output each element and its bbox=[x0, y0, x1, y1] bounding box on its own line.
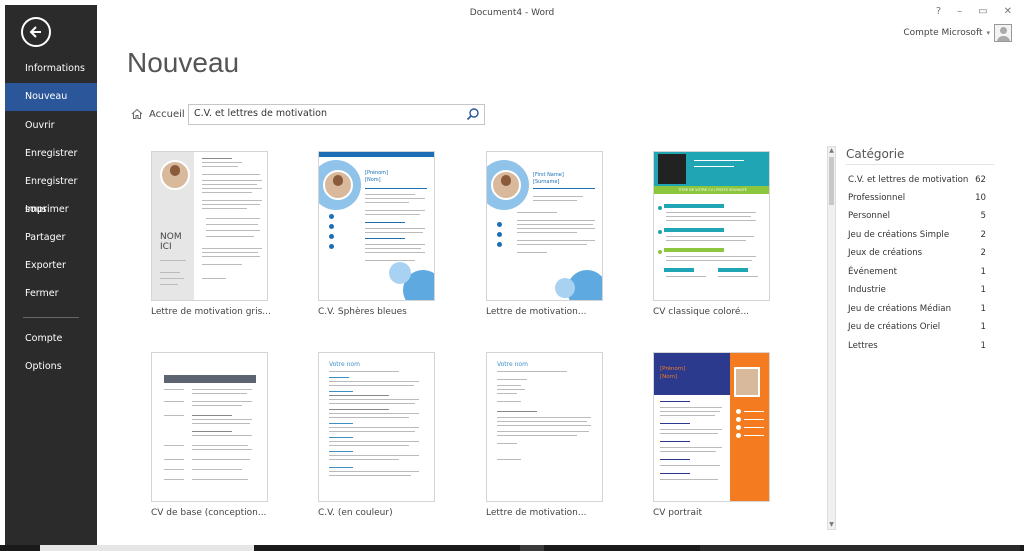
category-count: 1 bbox=[980, 322, 986, 332]
scroll-up-icon[interactable]: ▲ bbox=[828, 147, 835, 155]
category-item[interactable]: C.V. et lettres de motivation 62 bbox=[848, 175, 990, 193]
category-count: 10 bbox=[975, 193, 986, 203]
templates-scrollbar[interactable]: ▲ ▼ bbox=[827, 146, 836, 530]
template-name: CV portrait bbox=[653, 508, 702, 518]
close-button[interactable]: ✕ bbox=[1004, 6, 1012, 17]
category-item[interactable]: Jeu de créations Oriel 1 bbox=[848, 322, 990, 340]
sidebar-item-nouveau[interactable]: Nouveau bbox=[5, 83, 97, 111]
template-name: Lettre de motivation... bbox=[486, 508, 587, 518]
category-count: 2 bbox=[980, 248, 986, 258]
sidebar-item-options[interactable]: Options bbox=[5, 353, 97, 381]
category-item[interactable]: Jeux de créations 2 bbox=[848, 248, 990, 266]
backstage-sidebar: Informations Nouveau Ouvrir Enregistrer … bbox=[5, 5, 97, 545]
category-label: Industrie bbox=[848, 285, 886, 295]
template-name: C.V. (en couleur) bbox=[318, 508, 393, 518]
help-button[interactable]: ? bbox=[936, 6, 941, 17]
profile-photo bbox=[658, 154, 686, 184]
profile-photo bbox=[491, 170, 521, 200]
category-item[interactable]: Lettres 1 bbox=[848, 341, 990, 359]
sidebar-item-informations[interactable]: Informations bbox=[5, 55, 97, 83]
word-backstage: Informations Nouveau Ouvrir Enregistrer … bbox=[0, 0, 1024, 551]
template-name: Lettre de motivation gris... bbox=[151, 307, 271, 317]
scrollbar-thumb[interactable] bbox=[829, 157, 834, 205]
chevron-down-icon: ▾ bbox=[986, 29, 990, 37]
template-name: Lettre de motivation... bbox=[486, 307, 587, 317]
profile-photo bbox=[323, 170, 353, 200]
template-thumbnail: NOM ICI bbox=[151, 151, 268, 301]
account-label: Compte Microsoft bbox=[903, 28, 983, 38]
category-divider bbox=[846, 164, 994, 165]
category-count: 1 bbox=[980, 341, 986, 351]
template-search-input[interactable]: C.V. et lettres de motivation bbox=[188, 104, 485, 125]
page-title: Nouveau bbox=[127, 47, 240, 78]
category-item[interactable]: Jeu de créations Médian 1 bbox=[848, 304, 990, 322]
minimize-button[interactable]: – bbox=[957, 6, 962, 17]
category-count: 1 bbox=[980, 267, 986, 277]
category-item[interactable]: Industrie 1 bbox=[848, 285, 990, 303]
profile-photo bbox=[734, 367, 760, 397]
category-label: Jeu de créations Simple bbox=[848, 230, 950, 240]
category-label: C.V. et lettres de motivation bbox=[848, 175, 969, 185]
template-thumbnail: TITRE DE VOTRE CV / POSTE SOUHAITÉ bbox=[653, 151, 770, 301]
category-item[interactable]: Jeu de créations Simple 2 bbox=[848, 230, 990, 248]
category-count: 62 bbox=[975, 175, 986, 185]
category-label: Professionnel bbox=[848, 193, 906, 203]
home-link[interactable]: Accueil bbox=[131, 108, 185, 120]
category-count: 2 bbox=[980, 230, 986, 240]
profile-photo bbox=[160, 160, 190, 190]
category-count: 5 bbox=[980, 211, 986, 221]
user-icon bbox=[994, 24, 1012, 42]
sidebar-item-enregistrer[interactable]: Enregistrer bbox=[5, 140, 97, 168]
category-heading: Catégorie bbox=[846, 147, 905, 161]
category-count: 1 bbox=[980, 285, 986, 295]
search-icon[interactable] bbox=[466, 107, 480, 121]
category-item[interactable]: Événement 1 bbox=[848, 267, 990, 285]
template-thumbnail: [First Name] [Surname] bbox=[486, 151, 603, 301]
window-controls: ? – ▭ ✕ bbox=[936, 6, 1012, 17]
sidebar-item-ouvrir[interactable]: Ouvrir bbox=[5, 112, 97, 140]
thumb-name: NOM ICI bbox=[160, 232, 182, 252]
template-name: CV de base (conception... bbox=[151, 508, 267, 518]
category-label: Jeu de créations Oriel bbox=[848, 322, 941, 332]
category-label: Jeux de créations bbox=[848, 248, 923, 258]
window-title: Document4 - Word bbox=[469, 8, 555, 18]
sidebar-item-fermer[interactable]: Fermer bbox=[5, 280, 97, 308]
template-name: C.V. Sphères bleues bbox=[318, 307, 407, 317]
sidebar-item-imprimer[interactable]: Imprimer bbox=[5, 196, 97, 224]
home-label: Accueil bbox=[149, 108, 185, 120]
template-thumbnail bbox=[151, 352, 268, 502]
category-item[interactable]: Personnel 5 bbox=[848, 211, 990, 229]
category-label: Lettres bbox=[848, 341, 878, 351]
category-label: Jeu de créations Médian bbox=[848, 304, 952, 314]
category-count: 1 bbox=[980, 304, 986, 314]
category-item[interactable]: Professionnel 10 bbox=[848, 193, 990, 211]
back-arrow-icon bbox=[29, 26, 41, 38]
taskbar bbox=[0, 545, 1024, 551]
template-thumbnail: [Prénom] [Nom] bbox=[653, 352, 770, 502]
template-thumbnail: [Prénom] [Nom] bbox=[318, 151, 435, 301]
template-thumbnail: Votre nom bbox=[318, 352, 435, 502]
category-label: Personnel bbox=[848, 211, 890, 221]
template-thumbnail: Votre nom bbox=[486, 352, 603, 502]
back-button[interactable] bbox=[21, 17, 51, 47]
scroll-down-icon[interactable]: ▼ bbox=[828, 521, 835, 529]
template-name: CV classique coloré... bbox=[653, 307, 750, 317]
restore-button[interactable]: ▭ bbox=[978, 6, 987, 17]
category-label: Événement bbox=[848, 267, 898, 277]
sidebar-item-exporter[interactable]: Exporter bbox=[5, 252, 97, 280]
sidebar-item-partager[interactable]: Partager bbox=[5, 224, 97, 252]
account-menu[interactable]: Compte Microsoft ▾ bbox=[903, 24, 1012, 42]
home-icon bbox=[131, 108, 143, 119]
sidebar-divider bbox=[23, 317, 79, 318]
sidebar-item-enregistrer-sous[interactable]: Enregistrer sous bbox=[5, 168, 97, 215]
sidebar-item-compte[interactable]: Compte bbox=[5, 325, 97, 353]
